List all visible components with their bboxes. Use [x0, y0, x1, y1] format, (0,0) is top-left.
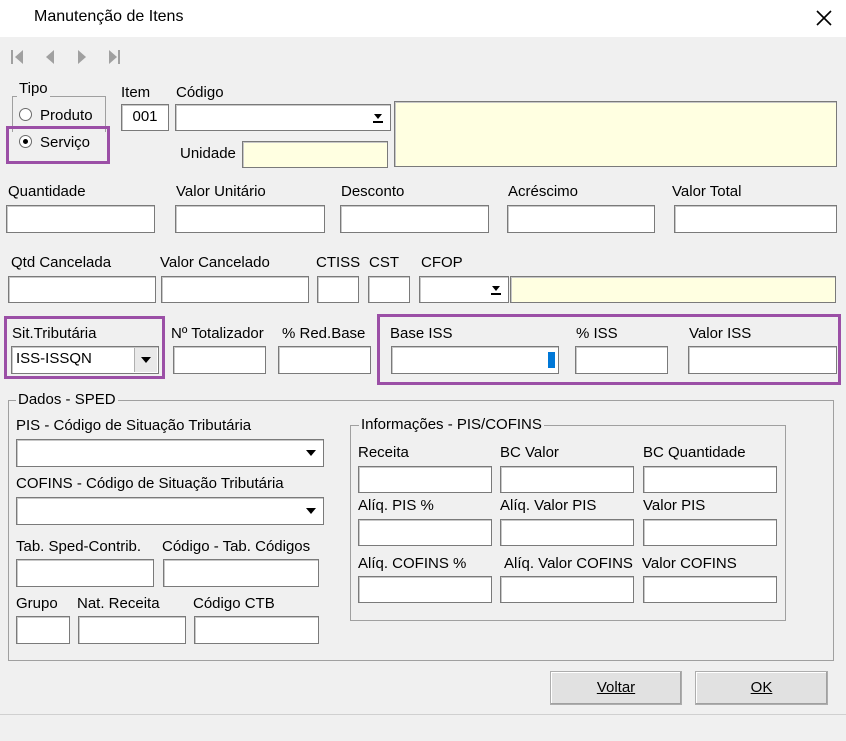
tab-sped-field[interactable]: [16, 559, 154, 587]
produto-radio[interactable]: [19, 108, 32, 121]
valor-total-field[interactable]: [674, 205, 837, 233]
quantidade-field[interactable]: [6, 205, 155, 233]
valor-iss-field[interactable]: [688, 346, 837, 374]
cfop-description-field: [510, 276, 836, 303]
codigo-tab-label: Código - Tab. Códigos: [162, 538, 311, 555]
ctiss-field[interactable]: [317, 276, 359, 303]
n-totalizador-label: Nº Totalizador: [171, 325, 264, 342]
pis-cst-combo[interactable]: [16, 439, 324, 467]
aliq-pis-pct-field[interactable]: [358, 519, 492, 546]
aliq-cofins-pct-field[interactable]: [358, 576, 492, 603]
produto-label[interactable]: Produto: [40, 107, 93, 124]
dropdown-arrow-icon[interactable]: [367, 106, 389, 129]
cfop-combo[interactable]: [419, 276, 509, 303]
previous-record-icon[interactable]: [40, 46, 60, 68]
acrescimo-field[interactable]: [507, 205, 655, 233]
sit-tributaria-value: ISS-ISSQN: [16, 350, 92, 367]
codigo-ctb-label: Código CTB: [193, 595, 275, 612]
nat-receita-label: Nat. Receita: [77, 595, 160, 612]
pct-red-base-field[interactable]: [278, 346, 371, 374]
voltar-button-label: Voltar: [596, 679, 636, 696]
codigo-description-field: [394, 101, 837, 167]
valor-cancelado-field[interactable]: [161, 276, 309, 303]
base-iss-field[interactable]: [391, 346, 559, 374]
cofins-cst-combo[interactable]: [16, 497, 324, 525]
bc-valor-field[interactable]: [500, 466, 634, 493]
codigo-ctb-field[interactable]: [194, 616, 319, 644]
text-cursor: [548, 352, 555, 368]
aliq-pis-pct-label: Alíq. PIS %: [358, 497, 434, 514]
bc-quantidade-field[interactable]: [643, 466, 777, 493]
info-pis-cofins-legend: Informações - PIS/COFINS: [359, 416, 544, 433]
valor-cancelado-label: Valor Cancelado: [160, 254, 270, 271]
acrescimo-label: Acréscimo: [508, 183, 579, 200]
status-separator: [0, 714, 846, 715]
next-record-icon[interactable]: [72, 46, 92, 68]
valor-total-label: Valor Total: [672, 183, 742, 200]
base-iss-label: Base ISS: [390, 325, 453, 342]
aliq-valor-cofins-field[interactable]: [500, 576, 634, 603]
sit-tributaria-combo[interactable]: ISS-ISSQN: [11, 346, 159, 374]
voltar-button[interactable]: Voltar: [550, 671, 682, 705]
cfop-label: CFOP: [421, 254, 463, 271]
n-totalizador-field[interactable]: [173, 346, 266, 374]
valor-unitario-label: Valor Unitário: [176, 183, 266, 200]
receita-field[interactable]: [358, 466, 492, 493]
bc-quantidade-label: BC Quantidade: [643, 444, 746, 461]
bc-valor-label: BC Valor: [500, 444, 559, 461]
desconto-field[interactable]: [340, 205, 489, 233]
valor-unitario-field[interactable]: [175, 205, 325, 233]
desconto-label: Desconto: [341, 183, 405, 200]
window-title: Manutenção de Itens: [34, 8, 184, 25]
dropdown-arrow-icon[interactable]: [134, 348, 157, 372]
grupo-label: Grupo: [16, 595, 58, 612]
unidade-field: [242, 141, 388, 168]
unidade-label: Unidade: [180, 145, 236, 162]
tab-sped-label: Tab. Sped-Contrib.: [16, 538, 142, 555]
first-record-icon[interactable]: [8, 46, 28, 68]
ok-button-label: OK: [750, 679, 773, 696]
pct-red-base-label: % Red.Base: [282, 325, 366, 342]
tipo-legend: Tipo: [17, 80, 50, 97]
servico-highlight: [6, 126, 110, 164]
quantidade-label: Quantidade: [8, 183, 86, 200]
valor-pis-field[interactable]: [643, 519, 777, 546]
grupo-field[interactable]: [16, 616, 70, 644]
codigo-combo[interactable]: [175, 104, 391, 131]
receita-label: Receita: [358, 444, 409, 461]
pct-iss-field[interactable]: [575, 346, 668, 374]
ok-button[interactable]: OK: [695, 671, 828, 705]
item-label: Item: [121, 84, 151, 101]
valor-pis-label: Valor PIS: [643, 497, 706, 514]
codigo-label: Código: [176, 84, 224, 101]
codigo-tab-field[interactable]: [163, 559, 319, 587]
nat-receita-field[interactable]: [78, 616, 186, 644]
pct-iss-label: % ISS: [576, 325, 618, 342]
aliq-valor-cofins-label: Alíq. Valor COFINS: [504, 555, 633, 572]
dropdown-arrow-icon[interactable]: [300, 499, 322, 523]
dropdown-arrow-icon[interactable]: [485, 278, 507, 301]
valor-cofins-label: Valor COFINS: [642, 555, 737, 572]
cst-field[interactable]: [368, 276, 410, 303]
qtd-cancelada-field[interactable]: [8, 276, 156, 303]
close-icon[interactable]: [810, 4, 838, 32]
valor-cofins-field[interactable]: [643, 576, 777, 603]
sit-tributaria-label: Sit.Tributária: [12, 325, 97, 342]
cst-label: CST: [369, 254, 399, 271]
valor-iss-label: Valor ISS: [689, 325, 752, 342]
item-field[interactable]: 001: [121, 104, 169, 131]
qtd-cancelada-label: Qtd Cancelada: [11, 254, 112, 271]
ctiss-label: CTISS: [316, 254, 361, 271]
last-record-icon[interactable]: [104, 46, 124, 68]
pis-cst-label: PIS - Código de Situação Tributária: [16, 417, 252, 434]
cofins-cst-label: COFINS - Código de Situação Tributária: [16, 475, 284, 492]
aliq-valor-pis-field[interactable]: [500, 519, 634, 546]
aliq-valor-pis-label: Alíq. Valor PIS: [500, 497, 597, 514]
dropdown-arrow-icon[interactable]: [300, 441, 322, 465]
aliq-cofins-pct-label: Alíq. COFINS %: [358, 555, 467, 572]
dados-sped-legend: Dados - SPED: [16, 391, 118, 408]
